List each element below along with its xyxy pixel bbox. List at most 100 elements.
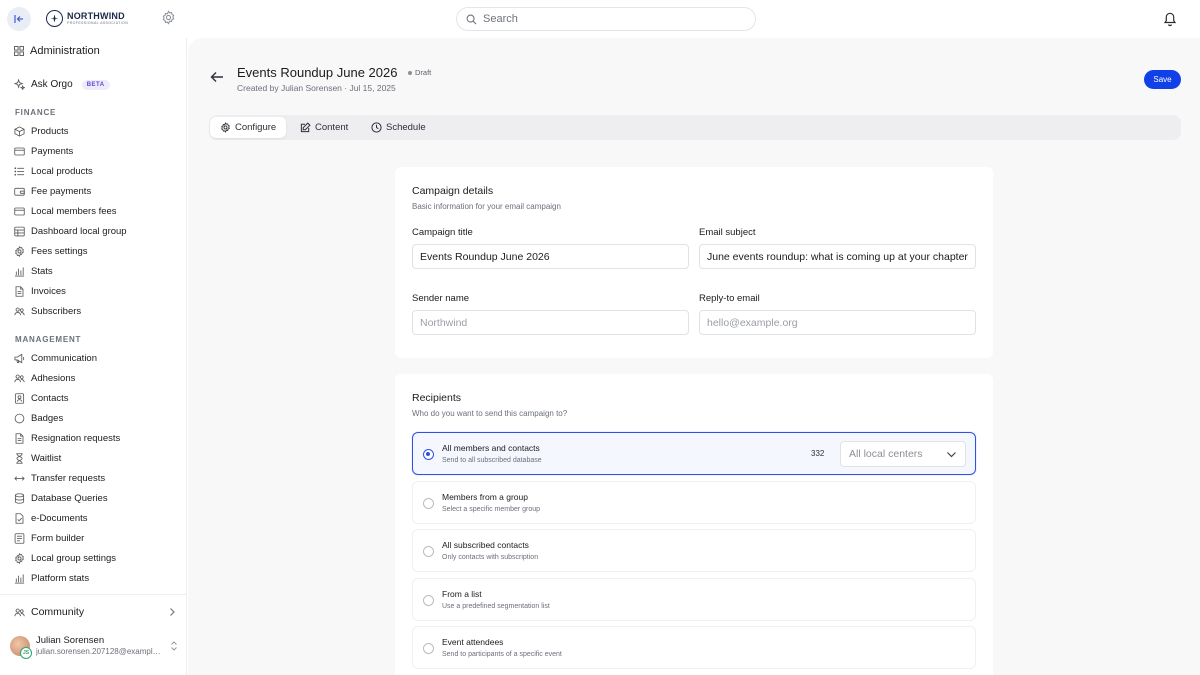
search-input[interactable] (483, 13, 743, 25)
sidebar-item-e-documents[interactable]: e-Documents (14, 511, 88, 525)
sidebar-item-local-products[interactable]: Local products (14, 164, 93, 178)
finance-heading: FINANCE (15, 108, 57, 117)
sidebar-item-label: Fees settings (31, 245, 88, 257)
chart-icon (14, 573, 25, 583)
sidebar-item-label: Invoices (31, 285, 66, 297)
email-subject-input[interactable] (699, 244, 976, 269)
option-title: Event attendees (442, 637, 504, 647)
collapse-sidebar-button[interactable] (7, 7, 31, 31)
notifications-button[interactable] (1162, 10, 1178, 30)
sidebar-item-adhesions[interactable]: Adhesions (14, 371, 75, 385)
settings-button[interactable] (161, 10, 176, 28)
chevron-right-icon (170, 608, 175, 616)
card-title: Campaign details (412, 185, 494, 197)
recipient-option-list[interactable]: From a list Use a predefined segmentatio… (412, 578, 976, 621)
radio-button[interactable] (423, 449, 434, 460)
sidebar-item-payments[interactable]: Payments (14, 144, 73, 158)
option-title: All subscribed contacts (442, 540, 529, 550)
tab-bar: Configure Content Schedule (209, 115, 1181, 140)
collapse-left-icon (14, 15, 23, 23)
recipient-option-group[interactable]: Members from a group Select a specific m… (412, 481, 976, 524)
sidebar-item-community[interactable]: Community (14, 606, 176, 618)
users-icon (14, 374, 25, 382)
tab-label: Schedule (386, 122, 426, 133)
sidebar-item-form-builder[interactable]: Form builder (14, 531, 84, 545)
sidebar-item-fees-settings[interactable]: Fees settings (14, 244, 88, 258)
list-icon (14, 166, 25, 176)
recipient-option-subscribed[interactable]: All subscribed contacts Only contacts wi… (412, 529, 976, 572)
campaign-title-input[interactable] (412, 244, 689, 269)
sidebar-item-label: Stats (31, 265, 53, 277)
option-subtitle: Select a specific member group (442, 506, 541, 513)
badge-icon (14, 413, 25, 423)
sender-name-input[interactable] (412, 310, 689, 335)
card-icon (14, 147, 25, 155)
option-subtitle: Only contacts with subscription (442, 554, 539, 561)
sidebar-item-ask-orgo[interactable]: Ask Orgo BETA (14, 79, 110, 90)
tab-content[interactable]: Content (290, 117, 358, 138)
user-name: Julian Sorensen (36, 634, 105, 646)
sidebar-item-label: Dashboard local group (31, 225, 127, 237)
option-subtitle: Send to all subscribed database (442, 457, 542, 464)
sidebar-item-label: Transfer requests (31, 472, 106, 484)
option-title: Members from a group (442, 492, 528, 502)
table-icon (14, 226, 25, 236)
sidebar-item-dashboard-local-group[interactable]: Dashboard local group (14, 224, 127, 238)
user-profile[interactable]: JS Julian Sorensen julian.sorensen.20712… (10, 632, 178, 660)
sidebar-item-resignation-requests[interactable]: Resignation requests (14, 431, 120, 445)
search-icon (466, 14, 477, 24)
recipient-option-event[interactable]: Event attendees Send to participants of … (412, 626, 976, 669)
tab-label: Content (315, 122, 349, 133)
box-icon (14, 125, 25, 137)
sidebar-item-label: Contacts (31, 392, 69, 404)
sidebar-item-label: Communication (31, 352, 97, 364)
back-button[interactable] (210, 71, 224, 86)
sidebar-item-communication[interactable]: Communication (14, 351, 97, 365)
radio-button[interactable] (423, 546, 434, 557)
sidebar-item-label: Fee payments (31, 185, 92, 197)
sidebar-item-transfer-requests[interactable]: Transfer requests (14, 471, 105, 485)
sidebar-item-local-group-settings[interactable]: Local group settings (14, 551, 116, 565)
hourglass-icon (16, 452, 23, 464)
brand-tagline: PROFESSIONAL ASSOCIATION (67, 20, 129, 25)
save-button[interactable]: Save (1144, 70, 1181, 89)
sidebar-item-fee-payments[interactable]: Fee payments (14, 184, 91, 198)
page-subtitle: Created by Julian Sorensen · Jul 15, 202… (237, 83, 396, 93)
search-bar[interactable] (456, 7, 756, 31)
sidebar-item-local-members-fees[interactable]: Local members fees (14, 204, 117, 218)
grid-icon (14, 46, 24, 56)
sidebar-item-label: Subscribers (31, 305, 82, 317)
sidebar-item-platform-stats[interactable]: Platform stats (14, 571, 89, 585)
sidebar-item-contacts[interactable]: Contacts (14, 391, 69, 405)
sidebar-item-invoices[interactable]: Invoices (14, 284, 66, 298)
avatar: JS (10, 636, 32, 659)
sidebar-item-label: Resignation requests (31, 432, 121, 444)
sidebar-item-subscribers[interactable]: Subscribers (14, 304, 81, 318)
brand-logo[interactable]: NORTHWIND PROFESSIONAL ASSOCIATION (46, 10, 128, 27)
tab-configure[interactable]: Configure (210, 117, 287, 138)
file-icon (15, 285, 24, 297)
chevron-up-down-icon (171, 641, 177, 651)
page-title: Events Roundup June 2026 (237, 65, 398, 80)
sidebar-item-products[interactable]: Products (14, 124, 69, 138)
avatar-badge: JS (20, 647, 32, 659)
brand-name: NORTHWIND (67, 10, 125, 21)
sidebar-item-database-queries[interactable]: Database Queries (14, 491, 108, 505)
radio-button[interactable] (423, 595, 434, 606)
bell-icon (1163, 12, 1177, 27)
users-icon (14, 608, 25, 616)
sidebar-item-stats[interactable]: Stats (14, 264, 53, 278)
local-centers-select[interactable]: All local centers (840, 441, 966, 467)
sidebar-item-label: Badges (31, 412, 64, 424)
recipient-option-all-members[interactable]: All members and contacts Send to all sub… (412, 432, 976, 475)
radio-button[interactable] (423, 498, 434, 509)
sidebar-item-label: Ask Orgo (31, 79, 73, 90)
sidebar-item-administration[interactable]: Administration (14, 45, 100, 57)
reply-to-input[interactable] (699, 310, 976, 335)
recipient-count: 332 (811, 449, 825, 458)
option-title: From a list (442, 589, 482, 599)
tab-schedule[interactable]: Schedule (361, 117, 436, 138)
sidebar-item-waitlist[interactable]: Waitlist (14, 451, 61, 465)
sidebar-item-badges[interactable]: Badges (14, 411, 63, 425)
radio-button[interactable] (423, 643, 434, 654)
